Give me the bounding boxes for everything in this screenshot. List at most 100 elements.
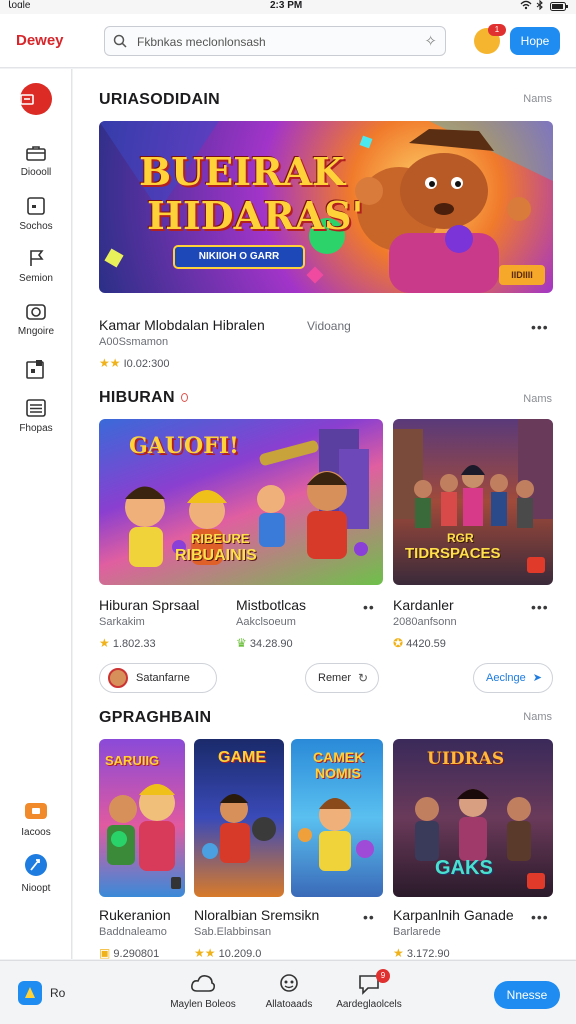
home-icon xyxy=(20,94,34,105)
graphbain-art-4-text-2: GAKS xyxy=(435,857,493,879)
bottom-bar: Ro Maylen Boleos Allatoaads 9 Aardeglaol… xyxy=(0,960,576,1024)
more-options-icon[interactable]: •• xyxy=(363,599,375,615)
rating-value: 1.802.33 xyxy=(112,638,156,650)
more-options-icon[interactable]: ••• xyxy=(531,909,549,925)
graphbain-card-3-title[interactable]: Karpanlnih Ganade xyxy=(393,907,514,923)
chip-share[interactable]: Aeclnge ➤ xyxy=(473,663,553,693)
graphbain-art-4-text-1: UIDRAS xyxy=(427,749,505,769)
graphbain-card-3-rating: ★ 3.172.90 xyxy=(393,946,450,959)
graphbain-card-2-sub: Sab.Elabbinsan xyxy=(194,926,272,938)
app-logo-icon[interactable] xyxy=(18,981,42,1005)
star-icon: ★ xyxy=(99,636,110,650)
graphbain-card-3-sub: Barlarede xyxy=(393,926,441,938)
star-icon: ★★ xyxy=(194,946,216,959)
notification-icon[interactable]: 1 xyxy=(474,24,506,54)
featured-card-tag: Vidoang xyxy=(307,319,351,333)
banner-title-line-1: BUEIRAK xyxy=(139,149,346,194)
sidebar-item-7[interactable]: Iacoos xyxy=(0,799,72,838)
sidebar-item-3[interactable]: Semion xyxy=(0,249,72,284)
header-action-button[interactable]: Hope xyxy=(510,27,560,55)
hiburan-card-1-sub: Sarkakim xyxy=(99,616,145,628)
hiburan-card-3-title[interactable]: Kardanler xyxy=(393,597,454,613)
hiburan-art-2-title-1: RGR xyxy=(447,531,474,545)
bottom-action-button[interactable]: Nnesse xyxy=(494,981,560,1009)
send-icon: ➤ xyxy=(532,672,542,684)
cloud-icon xyxy=(191,975,216,992)
sidebar-item-4[interactable]: Mngoire xyxy=(0,302,72,337)
rating-value: I0.02:300 xyxy=(123,358,170,370)
brand-logo[interactable]: Dewey xyxy=(16,32,64,49)
sidebar-item-home[interactable] xyxy=(20,83,52,115)
sidebar-item-5[interactable] xyxy=(0,359,72,379)
hiburan-art-1[interactable]: GAUOFI! RIBEURE RIBUAINIS xyxy=(99,419,383,585)
section-title-hiburan: HIBURAN xyxy=(99,389,188,407)
flag-icon xyxy=(30,250,44,266)
sidebar-item-8[interactable]: Nioopt xyxy=(0,853,72,894)
hot-icon xyxy=(180,393,188,403)
rating-value: 4420.59 xyxy=(406,638,446,650)
hiburan-card-2-rating: ♛ 34.28.90 xyxy=(236,636,293,650)
hiburan-card-1-title[interactable]: Hiburan Sprsaal xyxy=(99,597,199,613)
section-title-featured: URIASODIDAIN xyxy=(99,91,220,108)
featured-banner[interactable]: BUEIRAK HIDARAS' NIKIIOH O GARR IIDIIII xyxy=(99,121,553,293)
graphbain-art-4[interactable]: UIDRAS GAKS xyxy=(393,739,553,897)
card-icon xyxy=(27,197,45,215)
puzzle-icon xyxy=(26,360,44,379)
graphbain-art-3-text-2: NOMIS xyxy=(315,765,361,781)
chip-profile[interactable]: Satanfarne xyxy=(99,663,217,693)
star-icon: ★★ xyxy=(99,356,121,370)
hiburan-art-2[interactable]: RGR TIDRSPACES xyxy=(393,419,553,585)
sidebar-item-label: Semion xyxy=(19,273,53,284)
hiburan-art-1-sub-2: RIBUAINIS xyxy=(175,547,257,564)
camera-icon xyxy=(26,304,46,320)
featured-card-rating: ★★ I0.02:300 xyxy=(99,356,169,370)
section-title-text: HIBURAN xyxy=(99,389,175,406)
more-options-icon[interactable]: •• xyxy=(363,909,375,925)
sidebar-item-6[interactable]: Fhopas xyxy=(0,399,72,434)
rating-value: 34.28.90 xyxy=(249,638,293,650)
rating-value: 3.172.90 xyxy=(406,948,450,959)
sidebar-item-2[interactable]: Sochos xyxy=(0,197,72,232)
graphbain-more-link[interactable]: Nams xyxy=(523,711,552,723)
briefcase-icon xyxy=(26,146,46,161)
star-icon: ★ xyxy=(393,946,404,959)
search-icon xyxy=(113,34,127,48)
more-options-icon[interactable]: ••• xyxy=(531,319,549,335)
featured-more-link[interactable]: Nams xyxy=(523,93,552,105)
sidebar-item-label: Iacoos xyxy=(21,827,51,838)
bottom-nav-label: Aardeglaolcels xyxy=(336,999,402,1010)
hiburan-art-1-title: GAUOFI! xyxy=(129,433,239,459)
rating-value: 10.209.0 xyxy=(218,948,262,959)
graphbain-art-1-text: SARUIIG xyxy=(105,753,160,768)
sidebar-item-label: Mngoire xyxy=(17,326,55,337)
banner-title-line-2: HIDARAS' xyxy=(147,193,364,238)
hiburan-more-link[interactable]: Nams xyxy=(523,393,552,405)
list-icon xyxy=(26,399,46,417)
sidebar-item-label: Sochos xyxy=(19,221,53,232)
graphbain-card-1-title[interactable]: Rukeranion xyxy=(99,907,171,923)
featured-card-title[interactable]: Kamar Mlobdalan Hibralen xyxy=(99,317,265,333)
notification-badge: 9 xyxy=(376,969,390,983)
banner-badge: IIDIIII xyxy=(499,265,545,285)
graphbain-art-1[interactable]: SARUIIG xyxy=(99,739,185,897)
graphbain-card-2-title[interactable]: Nloralbian Sremsikn xyxy=(194,907,319,923)
graphbain-card-1-rating: ▣ 9.290801 xyxy=(99,946,159,959)
sidebar-item-label: Dioooll xyxy=(20,167,52,178)
bottom-nav-item-3[interactable]: 9 Aardeglaolcels xyxy=(314,969,424,1010)
sidebar-item-label: Fhopas xyxy=(19,423,53,434)
banner-play-button[interactable]: NIKIIOH O GARR xyxy=(173,245,305,269)
search-input[interactable]: Fkbnkas meclonlonsash ✧ xyxy=(104,26,446,56)
sparkle-icon[interactable]: ✧ xyxy=(424,32,437,50)
hiburan-art-1-sub-1: RIBEURE xyxy=(191,531,250,546)
sidebar: Dioooll Sochos Semion Mngoire Fhopas Iac… xyxy=(0,69,72,959)
graphbain-art-3[interactable]: CAMEK NOMIS xyxy=(291,739,383,897)
hiburan-card-2-title[interactable]: Mistbotlcas xyxy=(236,597,306,613)
sidebar-item-1[interactable]: Dioooll xyxy=(0,145,72,178)
chip-label: Satanfarne xyxy=(136,672,190,684)
more-options-icon[interactable]: ••• xyxy=(531,599,549,615)
graphbain-art-2[interactable]: GAME xyxy=(194,739,284,897)
graphbain-art-3-text-1: CAMEK xyxy=(313,749,365,765)
hiburan-card-3-rating: ✪ 4420.59 xyxy=(393,636,446,650)
star-icon: ▣ xyxy=(99,946,111,959)
chip-refresh[interactable]: Remer ↻ xyxy=(305,663,379,693)
